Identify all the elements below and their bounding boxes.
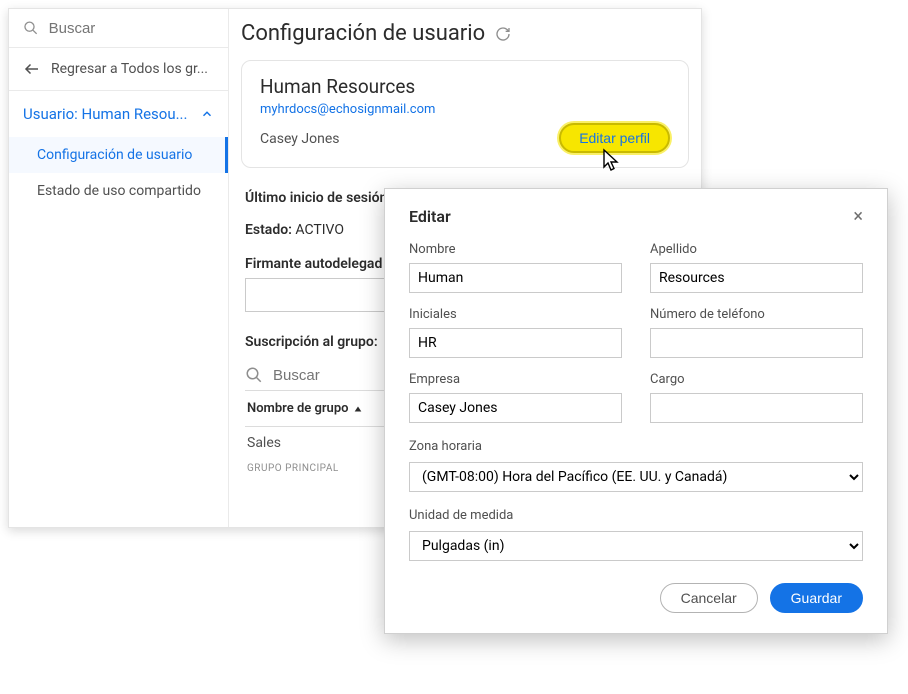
position-input[interactable] bbox=[650, 393, 863, 423]
timezone-select[interactable]: (GMT-08:00) Hora del Pacífico (EE. UU. y… bbox=[409, 462, 863, 492]
phone-label: Número de teléfono bbox=[650, 307, 863, 322]
search-icon bbox=[245, 366, 263, 384]
sort-asc-icon bbox=[353, 404, 363, 414]
last-name-input[interactable] bbox=[650, 263, 863, 293]
unit-label: Unidad de medida bbox=[409, 508, 863, 523]
profile-email[interactable]: myhrdocs@echosignmail.com bbox=[260, 102, 670, 117]
position-label: Cargo bbox=[650, 372, 863, 387]
modal-title: Editar bbox=[409, 207, 451, 226]
sidebar: Regresar a Todos los gr... Usuario: Huma… bbox=[9, 9, 229, 527]
close-icon[interactable]: × bbox=[853, 208, 863, 226]
cancel-button[interactable]: Cancelar bbox=[660, 583, 758, 613]
sidebar-item-label: Estado de uso compartido bbox=[37, 183, 201, 199]
chevron-up-icon bbox=[200, 107, 214, 121]
back-label: Regresar a Todos los gr... bbox=[51, 61, 208, 77]
save-button[interactable]: Guardar bbox=[770, 583, 863, 613]
sidebar-item-share-status[interactable]: Estado de uso compartido bbox=[9, 173, 228, 209]
refresh-icon[interactable] bbox=[495, 26, 511, 42]
sidebar-item-user-config[interactable]: Configuración de usuario bbox=[9, 137, 228, 173]
initials-input[interactable] bbox=[409, 328, 622, 358]
first-name-label: Nombre bbox=[409, 242, 622, 257]
timezone-label: Zona horaria bbox=[409, 439, 863, 454]
search-icon bbox=[23, 19, 39, 37]
user-accordion[interactable]: Usuario: Human Resou... bbox=[9, 91, 228, 137]
accordion-label: Usuario: Human Resou... bbox=[23, 105, 187, 123]
unit-select[interactable]: Pulgadas (in) bbox=[409, 531, 863, 561]
profile-card: Human Resources myhrdocs@echosignmail.co… bbox=[241, 60, 689, 168]
initials-label: Iniciales bbox=[409, 307, 622, 322]
status-value: ACTIVO bbox=[295, 222, 344, 238]
back-link[interactable]: Regresar a Todos los gr... bbox=[9, 48, 228, 91]
company-input[interactable] bbox=[409, 393, 622, 423]
phone-input[interactable] bbox=[650, 328, 863, 358]
edit-modal: Editar × Nombre Apellido Iniciales Númer… bbox=[384, 188, 888, 634]
sidebar-search-input[interactable] bbox=[49, 20, 214, 37]
page-title: Configuración de usuario bbox=[241, 21, 485, 46]
company-label: Empresa bbox=[409, 372, 622, 387]
first-name-input[interactable] bbox=[409, 263, 622, 293]
sidebar-search[interactable] bbox=[9, 9, 228, 48]
edit-profile-button[interactable]: Editar perfil bbox=[559, 123, 670, 153]
last-name-label: Apellido bbox=[650, 242, 863, 257]
arrow-left-icon bbox=[23, 60, 41, 78]
profile-name: Human Resources bbox=[260, 75, 670, 98]
sidebar-item-label: Configuración de usuario bbox=[37, 147, 192, 163]
